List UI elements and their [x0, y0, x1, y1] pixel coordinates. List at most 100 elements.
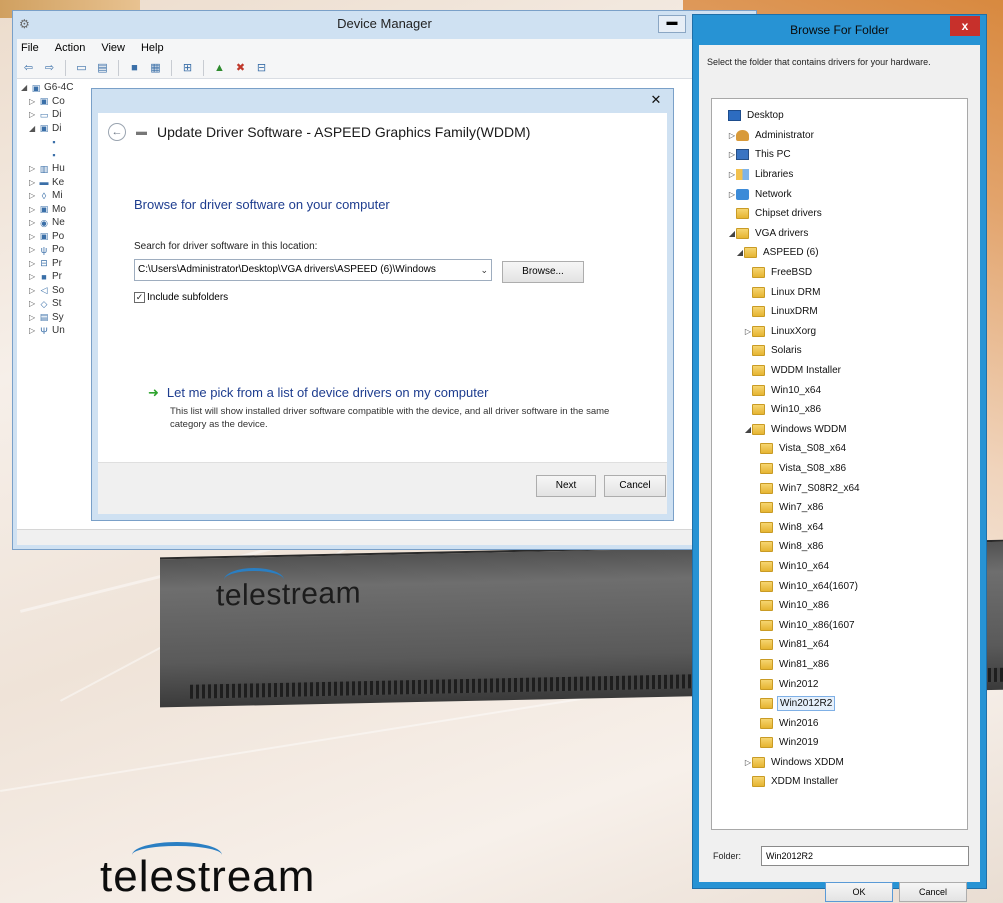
- minimize-button[interactable]: ▬: [658, 15, 686, 33]
- help-icon[interactable]: ■: [126, 59, 143, 76]
- properties-icon[interactable]: ▤: [94, 59, 111, 76]
- tree-item[interactable]: ▷ ▣ Mo: [21, 203, 97, 217]
- folder-tree-item[interactable]: ▷ Windows XDDM: [712, 753, 967, 773]
- folder-tree-item[interactable]: Desktop: [712, 106, 967, 126]
- folder-tree-item[interactable]: Win2012: [712, 674, 967, 694]
- pick-from-list-link[interactable]: ➜ Let me pick from a list of device driv…: [148, 385, 488, 401]
- expand-icon[interactable]: ▷: [29, 191, 36, 200]
- collapse-icon[interactable]: ◢: [29, 124, 36, 133]
- menu-file[interactable]: File: [19, 42, 41, 54]
- folder-tree-item[interactable]: Win7_x86: [712, 498, 967, 518]
- folder-tree-item[interactable]: LinuxDRM: [712, 302, 967, 322]
- tree-item[interactable]: ▷ ◁ So: [21, 284, 97, 298]
- folder-tree-item[interactable]: Win2019: [712, 733, 967, 753]
- collapse-icon[interactable]: ◢: [736, 248, 744, 257]
- expand-icon[interactable]: ▷: [744, 758, 752, 767]
- expand-icon[interactable]: ▷: [29, 286, 36, 295]
- expand-icon[interactable]: ▷: [29, 313, 36, 322]
- folder-tree-item[interactable]: Win10_x86: [712, 596, 967, 616]
- folder-tree-item[interactable]: Linux DRM: [712, 282, 967, 302]
- show-hide-tree-icon[interactable]: ▭: [73, 59, 90, 76]
- folder-tree-item[interactable]: Win10_x64: [712, 557, 967, 577]
- expand-icon[interactable]: ▷: [29, 299, 36, 308]
- tree-item[interactable]: ▪: [21, 135, 97, 149]
- folder-tree-item[interactable]: XDDM Installer: [712, 772, 967, 792]
- folder-tree-item[interactable]: Win10_x64: [712, 380, 967, 400]
- tree-item[interactable]: ▷ ▭ Di: [21, 108, 97, 122]
- folder-tree-item[interactable]: ◢ Windows WDDM: [712, 420, 967, 440]
- scan-hardware-icon[interactable]: ⊞: [179, 59, 196, 76]
- tree-item[interactable]: ▷ ◉ Ne: [21, 216, 97, 230]
- folder-tree-item[interactable]: Win81_x86: [712, 655, 967, 675]
- tree-item[interactable]: ▷ ▬ Ke: [21, 176, 97, 190]
- expand-icon[interactable]: ▷: [728, 170, 736, 179]
- close-button[interactable]: ✕: [645, 91, 667, 109]
- folder-tree-item[interactable]: ◢ ASPEED (6): [712, 243, 967, 263]
- expand-icon[interactable]: ▷: [728, 150, 736, 159]
- expand-icon[interactable]: ▷: [744, 327, 752, 336]
- folder-tree-item[interactable]: Win2016: [712, 713, 967, 733]
- tree-item[interactable]: ▷ ◊ Mi: [21, 189, 97, 203]
- expand-icon[interactable]: ▷: [29, 259, 36, 268]
- tree-item[interactable]: ▷ Ψ Un: [21, 324, 97, 338]
- folder-tree-item[interactable]: Solaris: [712, 341, 967, 361]
- tree-item[interactable]: ▪: [21, 149, 97, 163]
- folder-tree-item[interactable]: ▷ This PC: [712, 145, 967, 165]
- menu-action[interactable]: Action: [53, 42, 88, 54]
- chevron-down-icon[interactable]: ⌄: [480, 260, 488, 280]
- tree-item[interactable]: ▷ ψ Po: [21, 243, 97, 257]
- collapse-icon[interactable]: ◢: [21, 83, 28, 92]
- uninstall-icon[interactable]: ✖: [232, 59, 249, 76]
- close-button[interactable]: x: [950, 16, 980, 36]
- expand-icon[interactable]: ▷: [29, 218, 36, 227]
- folder-tree-item[interactable]: Win7_S08R2_x64: [712, 478, 967, 498]
- search-location-combobox[interactable]: C:\Users\Administrator\Desktop\VGA drive…: [134, 259, 492, 281]
- folder-input[interactable]: Win2012R2: [761, 846, 969, 866]
- tree-item[interactable]: ▷ ■ Pr: [21, 270, 97, 284]
- tree-item[interactable]: ▷ ⊟ Pr: [21, 257, 97, 271]
- tree-item[interactable]: ▷ ▣ Po: [21, 230, 97, 244]
- expand-icon[interactable]: ▷: [29, 272, 36, 281]
- folder-tree-item[interactable]: Win81_x64: [712, 635, 967, 655]
- folder-tree-item[interactable]: ▷ Administrator: [712, 126, 967, 146]
- folder-tree-item[interactable]: Win10_x86(1607: [712, 615, 967, 635]
- expand-icon[interactable]: ▷: [29, 326, 36, 335]
- folder-tree-item[interactable]: ▷ LinuxXorg: [712, 322, 967, 342]
- folder-tree-item[interactable]: Vista_S08_x64: [712, 439, 967, 459]
- include-subfolders-checkbox[interactable]: ✓: [134, 292, 145, 303]
- collapse-icon[interactable]: ◢: [728, 229, 736, 238]
- folder-tree-item[interactable]: Win8_x86: [712, 537, 967, 557]
- expand-icon[interactable]: ▷: [29, 245, 36, 254]
- folder-tree-item[interactable]: ◢ VGA drivers: [712, 224, 967, 244]
- expand-icon[interactable]: ▷: [29, 205, 36, 214]
- folder-tree-item[interactable]: Win10_x86: [712, 400, 967, 420]
- cancel-button[interactable]: Cancel: [899, 882, 967, 902]
- forward-arrow-icon[interactable]: ⇨: [41, 59, 58, 76]
- browse-button[interactable]: Browse...: [502, 261, 584, 283]
- tree-item[interactable]: ▷ ▤ Sy: [21, 311, 97, 325]
- folder-tree-item[interactable]: FreeBSD: [712, 263, 967, 283]
- folder-tree-item[interactable]: Vista_S08_x86: [712, 459, 967, 479]
- disable-device-icon[interactable]: ⊟: [253, 59, 270, 76]
- folder-tree-item[interactable]: ▷ Libraries: [712, 165, 967, 185]
- back-arrow-icon[interactable]: ←: [108, 123, 126, 141]
- view-icon[interactable]: ▦: [147, 59, 164, 76]
- expand-icon[interactable]: ▷: [29, 164, 36, 173]
- menu-view[interactable]: View: [99, 42, 127, 54]
- tree-item[interactable]: ▷ ▥ Hu: [21, 162, 97, 176]
- back-arrow-icon[interactable]: ⇦: [20, 59, 37, 76]
- folder-tree-item[interactable]: Win2012R2: [712, 694, 967, 714]
- expand-icon[interactable]: ▷: [29, 232, 36, 241]
- menu-help[interactable]: Help: [139, 42, 166, 54]
- folder-tree-item[interactable]: Win10_x64(1607): [712, 576, 967, 596]
- expand-icon[interactable]: ▷: [29, 110, 36, 119]
- collapse-icon[interactable]: ◢: [744, 425, 752, 434]
- expand-icon[interactable]: ▷: [728, 190, 736, 199]
- expand-icon[interactable]: ▷: [29, 97, 36, 106]
- next-button[interactable]: Next: [536, 475, 596, 497]
- tree-item[interactable]: ▷ ▣ Co: [21, 95, 97, 109]
- ok-button[interactable]: OK: [825, 882, 893, 902]
- browse-for-folder-titlebar[interactable]: Browse For Folder x: [693, 15, 986, 45]
- folder-tree-item[interactable]: Chipset drivers: [712, 204, 967, 224]
- update-driver-icon[interactable]: ▲: [211, 59, 228, 76]
